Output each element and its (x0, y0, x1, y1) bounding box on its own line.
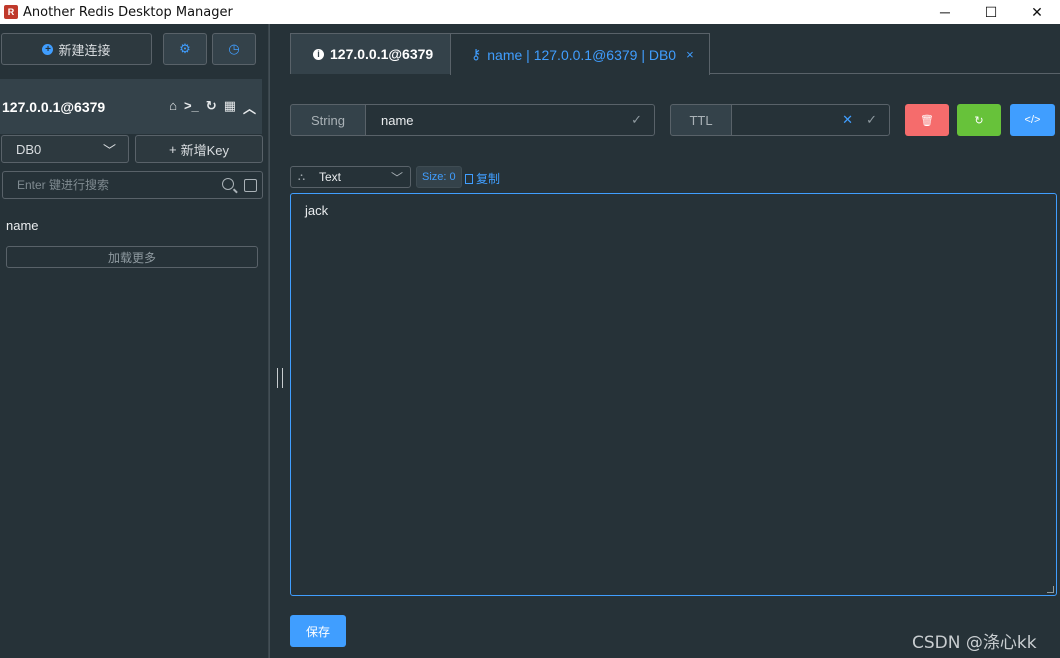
size-badge: Size: 0 (416, 166, 462, 188)
tab-bar: i 127.0.0.1@6379 ⚷ name | 127.0.0.1@6379… (290, 33, 1060, 75)
tab-close-icon[interactable]: × (686, 47, 694, 62)
key-type-label: String (290, 104, 366, 136)
terminal-icon[interactable]: >_ (184, 98, 199, 117)
minimize-button[interactable]: ─ (922, 0, 968, 24)
ttl-confirm-icon[interactable]: ✓ (866, 112, 877, 128)
title-bar: R Another Redis Desktop Manager ─ ☐ ✕ (0, 0, 1060, 24)
refresh-key-button[interactable]: ↻ (957, 104, 1001, 136)
chevron-down-icon: ﹀ (102, 142, 116, 158)
ttl-label: TTL (670, 104, 732, 136)
new-key-label: 新增Key (180, 142, 229, 158)
gear-icon: ⚙ (179, 41, 191, 56)
sidebar: + 新建连接 ⚙ ◷ 127.0.0.1@6379 ⌂ >_ ↻ ▦ ︿ DB0… (0, 24, 269, 658)
format-select[interactable]: ⛬ Text ﹀ (290, 166, 411, 188)
history-button[interactable]: ◷ (212, 33, 256, 65)
resize-grip-icon[interactable] (1047, 586, 1054, 593)
window-title: Another Redis Desktop Manager (23, 4, 233, 20)
new-key-button[interactable]: + 新增Key (135, 135, 263, 163)
resize-handle[interactable] (277, 368, 283, 388)
db-select-value: DB0 (16, 141, 42, 157)
tree-icon: ⛬ (298, 171, 305, 183)
home-icon[interactable]: ⌂ (169, 98, 177, 117)
watermark: CSDN @涤心kk (912, 633, 1037, 653)
copy-button[interactable]: 复制 (465, 170, 500, 187)
tab-key-name[interactable]: ⚷ name | 127.0.0.1@6379 | DB0 × (450, 33, 710, 75)
format-select-value: Text (319, 170, 342, 184)
refresh-icon: ↻ (974, 114, 984, 127)
search-icon[interactable] (222, 178, 234, 190)
close-window-button[interactable]: ✕ (1014, 0, 1060, 24)
plus-icon: + (169, 141, 177, 157)
key-search-box (2, 171, 263, 199)
collapse-icon[interactable]: ︿ (243, 98, 256, 117)
panel-divider (269, 24, 270, 658)
connection-name: 127.0.0.1@6379 (2, 98, 106, 115)
tab-label: name | 127.0.0.1@6379 | DB0 (487, 46, 677, 63)
connection-header[interactable]: 127.0.0.1@6379 ⌂ >_ ↻ ▦ ︿ (0, 79, 262, 134)
maximize-button[interactable]: ☐ (968, 0, 1014, 24)
connection-actions: ⌂ >_ ↻ ▦ ︿ (169, 98, 256, 117)
tab-label: 127.0.0.1@6379 (330, 46, 434, 62)
value-text: jack (305, 203, 329, 218)
key-name-value: name (381, 112, 414, 128)
delete-key-button[interactable]: 🗑 (905, 104, 949, 136)
new-connection-label: 新建连接 (58, 42, 111, 58)
db-select[interactable]: DB0 ﹀ (1, 135, 129, 163)
document-icon (465, 173, 473, 184)
copy-label: 复制 (476, 172, 501, 186)
plus-circle-icon: + (42, 43, 54, 55)
new-connection-button[interactable]: + 新建连接 (1, 33, 152, 65)
trash-icon: 🗑 (920, 114, 934, 127)
value-editor[interactable]: jack (290, 193, 1057, 596)
refresh-icon[interactable]: ↻ (206, 98, 217, 117)
tab-connection-info[interactable]: i 127.0.0.1@6379 (290, 33, 451, 74)
app-logo-icon: R (4, 5, 18, 19)
save-button[interactable]: 保存 (290, 615, 346, 647)
settings-button[interactable]: ⚙ (163, 33, 207, 65)
key-name-input[interactable]: name ✓ (365, 104, 655, 136)
ttl-input[interactable]: ✕ ✓ (731, 104, 890, 136)
chevron-down-icon: ﹀ (390, 171, 403, 185)
rename-confirm-icon[interactable]: ✓ (631, 112, 642, 128)
load-more-button[interactable]: 加载更多 (6, 246, 258, 268)
exact-search-checkbox[interactable] (244, 179, 257, 192)
window-controls: ─ ☐ ✕ (922, 0, 1060, 24)
info-icon: i (313, 48, 324, 60)
clear-icon[interactable]: ✕ (842, 112, 853, 128)
key-list-item[interactable]: name (6, 218, 39, 233)
clock-icon: ◷ (228, 41, 240, 56)
key-search-input[interactable] (17, 178, 207, 192)
grid-icon[interactable]: ▦ (224, 98, 236, 117)
key-icon: ⚷ (471, 46, 482, 62)
code-icon: </> (1024, 114, 1041, 126)
dump-command-button[interactable]: </> (1010, 104, 1055, 136)
